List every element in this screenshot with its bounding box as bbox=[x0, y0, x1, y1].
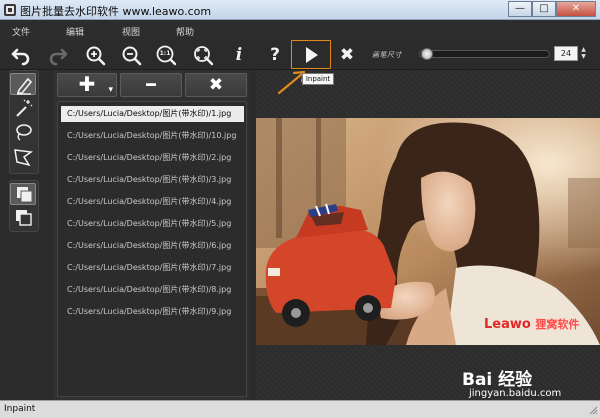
minus-icon: ━ bbox=[146, 75, 156, 94]
file-list-item[interactable]: C:/Users/Lucia/Desktop/图片(带水印)/8.jpg bbox=[61, 282, 244, 298]
watermark-cn: 狸窝软件 bbox=[535, 318, 580, 331]
zoom-out-button[interactable] bbox=[120, 44, 142, 66]
inpaint-highlight bbox=[291, 40, 331, 69]
fit-window-icon bbox=[194, 46, 214, 66]
add-selection-mode-button[interactable] bbox=[10, 183, 36, 205]
close-button[interactable]: ✕ bbox=[556, 1, 596, 17]
maximize-button[interactable]: □ bbox=[532, 1, 556, 17]
photo-preview[interactable] bbox=[256, 118, 600, 345]
title-bar: 图片批量去水印软件 www.leawo.com — □ ✕ bbox=[0, 0, 600, 20]
zoom-in-icon bbox=[86, 46, 106, 66]
watermark-text: Leawo 狸窝软件 bbox=[484, 316, 579, 332]
brush-size-spinner[interactable]: ▲ ▼ bbox=[579, 46, 588, 61]
overlap-add-icon bbox=[17, 187, 33, 203]
clear-files-button[interactable]: ✖ bbox=[185, 73, 247, 97]
tool-column bbox=[6, 70, 46, 400]
file-list-item[interactable]: C:/Users/Lucia/Desktop/图片(带水印)/7.jpg bbox=[61, 260, 244, 276]
magic-wand-tool-button[interactable] bbox=[10, 97, 36, 119]
lasso-tool-button[interactable] bbox=[10, 121, 36, 143]
menu-help[interactable]: 帮助 bbox=[176, 25, 194, 38]
remove-file-button[interactable]: ━ bbox=[120, 73, 182, 97]
inpaint-window: 图片批量去水印软件 www.leawo.com — □ ✕ 文件 编辑 视图 帮… bbox=[0, 0, 600, 418]
clear-icon: ✖ bbox=[208, 75, 224, 95]
zoom-out-icon bbox=[122, 46, 142, 66]
file-list-item[interactable]: C:/Users/Lucia/Desktop/图片(带水印)/2.jpg bbox=[61, 150, 244, 166]
undo-icon bbox=[11, 48, 30, 66]
file-list[interactable]: C:/Users/Lucia/Desktop/图片(带水印)/1.jpg C:/… bbox=[57, 101, 247, 397]
overlap-subtract-icon bbox=[16, 210, 32, 226]
actual-size-icon: 1:1 bbox=[159, 50, 171, 57]
marker-tool-button[interactable] bbox=[10, 73, 36, 95]
file-list-item[interactable]: C:/Users/Lucia/Desktop/图片(带水印)/5.jpg bbox=[61, 216, 244, 232]
baidu-url: jingyan.baidu.com bbox=[469, 388, 562, 399]
menu-edit[interactable]: 编辑 bbox=[66, 25, 84, 38]
redo-button[interactable] bbox=[47, 44, 69, 66]
watermark-brand: Leawo bbox=[484, 317, 531, 332]
file-list-item[interactable]: C:/Users/Lucia/Desktop/图片(带水印)/1.jpg bbox=[61, 106, 244, 122]
polygon-lasso-icon bbox=[14, 149, 33, 167]
polygon-lasso-tool-button[interactable] bbox=[10, 146, 36, 168]
actual-size-button[interactable]: 1:1 bbox=[155, 44, 177, 66]
app-icon bbox=[4, 4, 16, 16]
spin-up-icon[interactable]: ▲ bbox=[579, 46, 588, 53]
brush-size-slider[interactable] bbox=[419, 50, 550, 58]
file-panel: ✚ ▾ ━ ✖ C:/Users/Lucia/Desktop/图片(带水印)/1… bbox=[53, 70, 250, 400]
fit-window-button[interactable] bbox=[192, 44, 214, 66]
brush-size-input[interactable]: 24 bbox=[554, 46, 578, 61]
magic-wand-icon bbox=[16, 99, 33, 117]
subtract-selection-mode-button[interactable] bbox=[10, 207, 36, 229]
menu-bar: 文件 编辑 视图 帮助 bbox=[0, 20, 600, 40]
spin-down-icon[interactable]: ▼ bbox=[579, 53, 588, 60]
file-list-item[interactable]: C:/Users/Lucia/Desktop/图片(带水印)/6.jpg bbox=[61, 238, 244, 254]
status-text: Inpaint bbox=[4, 404, 36, 414]
window-title: 图片批量去水印软件 www.leawo.com bbox=[20, 5, 212, 18]
plus-icon: ✚ bbox=[78, 72, 96, 96]
help-button[interactable]: ? bbox=[264, 44, 286, 66]
undo-button[interactable] bbox=[10, 44, 32, 66]
marker-icon bbox=[16, 77, 33, 95]
add-files-button[interactable]: ✚ ▾ bbox=[57, 73, 117, 97]
info-button[interactable]: i bbox=[228, 44, 250, 66]
resize-grip-icon[interactable] bbox=[588, 405, 598, 415]
zoom-in-button[interactable] bbox=[84, 44, 106, 66]
redo-icon bbox=[49, 48, 68, 66]
file-list-item[interactable]: C:/Users/Lucia/Desktop/图片(带水印)/9.jpg bbox=[61, 304, 244, 320]
brush-size-label: 画笔尺寸 bbox=[372, 51, 402, 59]
status-bar: Inpaint bbox=[0, 400, 600, 418]
file-list-item[interactable]: C:/Users/Lucia/Desktop/图片(带水印)/3.jpg bbox=[61, 172, 244, 188]
menu-view[interactable]: 视图 bbox=[122, 25, 140, 38]
info-icon: i bbox=[235, 45, 243, 65]
help-icon: ? bbox=[270, 45, 280, 65]
window-controls: — □ ✕ bbox=[508, 1, 596, 18]
lasso-icon bbox=[16, 124, 32, 141]
dropdown-arrow-icon[interactable]: ▾ bbox=[108, 80, 113, 100]
photo-image bbox=[256, 118, 600, 345]
file-list-item[interactable]: C:/Users/Lucia/Desktop/图片(带水印)/10.jpg bbox=[61, 128, 244, 144]
minimize-button[interactable]: — bbox=[508, 1, 532, 17]
inpaint-tooltip: Inpaint bbox=[302, 73, 334, 85]
baidu-logo: Bai 经验 bbox=[462, 370, 533, 390]
stop-icon: ✖ bbox=[339, 45, 355, 65]
stop-button[interactable]: ✖ bbox=[336, 44, 358, 66]
file-list-item[interactable]: C:/Users/Lucia/Desktop/图片(带水印)/4.jpg bbox=[61, 194, 244, 210]
menu-file[interactable]: 文件 bbox=[12, 25, 30, 38]
